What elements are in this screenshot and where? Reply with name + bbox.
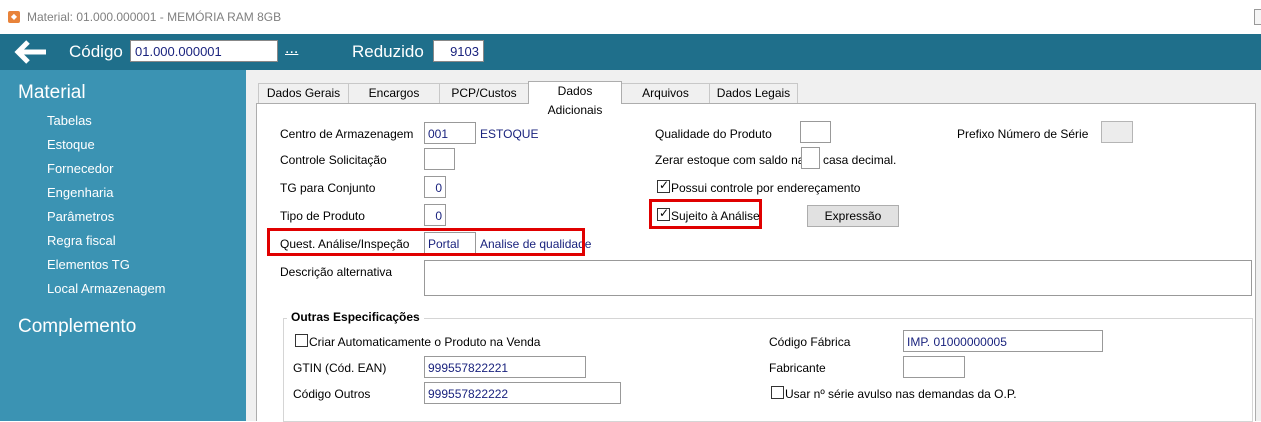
tab-arquivos[interactable]: Arquivos [621,83,710,103]
sidebar: Material Tabelas Estoque Fornecedor Enge… [0,70,246,421]
tab-dados-gerais[interactable]: Dados Gerais [258,83,349,103]
reduzido-label: Reduzido [352,42,424,61]
reduzido-input[interactable]: 9103 [433,40,484,62]
usar-checkbox[interactable] [771,386,784,399]
zerar-suffix: casa decimal. [823,153,897,167]
window-titlebar: ◆ Material: 01.000.000001 - MEMÓRIA RAM … [0,0,1261,34]
tg-input[interactable]: 0 [424,176,446,198]
controle-input[interactable] [424,148,455,170]
criar-checkbox[interactable] [295,334,308,347]
tg-label: TG para Conjunto [280,181,376,195]
centro-description: ESTOQUE [480,127,539,141]
centro-label: Centro de Armazenagem [280,127,414,141]
highlight-quest [267,228,585,256]
tab-panel: Centro de Armazenagem 001 ESTOQUE Contro… [256,103,1256,422]
tipo-input[interactable]: 0 [424,204,446,226]
gtin-label: GTIN (Cód. EAN) [293,361,387,375]
window-title: Material: 01.000.000001 - MEMÓRIA RAM 8G… [27,10,282,24]
zerar-label: Zerar estoque com saldo na [655,153,805,167]
window-control-button[interactable] [1254,9,1261,25]
sidebar-item-local-armazenagem[interactable]: Local Armazenagem [47,281,166,296]
codigo-lookup-button[interactable]: ... [285,40,298,58]
codigo-input[interactable]: 01.000.000001 [130,40,278,62]
tab-pcp-custos[interactable]: PCP/Custos [439,83,529,103]
centro-input[interactable]: 001 [424,122,476,144]
zerar-input[interactable] [801,147,820,169]
tab-encargos[interactable]: Encargos [348,83,440,103]
highlight-sujeito [649,199,762,229]
tab-dados-legais[interactable]: Dados Legais [709,83,798,103]
prefixo-label: Prefixo Número de Série [957,127,1089,141]
codigo-label: Código [69,42,123,61]
possui-label: Possui controle por endereçamento [671,181,861,195]
sidebar-section-material[interactable]: Material [18,82,86,104]
possui-checkbox[interactable]: ✓ [657,178,670,193]
sidebar-item-fornecedor[interactable]: Fornecedor [47,161,113,176]
outras-title: Outras Especificações [287,310,424,324]
check-icon: ✓ [659,178,670,192]
controle-label: Controle Solicitação [280,153,387,167]
back-arrow-icon[interactable] [14,39,48,65]
tipo-label: Tipo de Produto [280,209,365,223]
outros-label: Código Outros [293,387,371,401]
fabricante-label: Fabricante [769,361,826,375]
tab-dados-adicionais[interactable]: Dados Adicionais [528,81,622,117]
expressao-button[interactable]: Expressão [807,205,899,227]
sidebar-item-regra-fiscal[interactable]: Regra fiscal [47,233,116,248]
fabrica-input[interactable]: IMP. 01000000005 [903,330,1103,352]
fabricante-input[interactable] [903,356,965,378]
criar-label: Criar Automaticamente o Produto na Venda [309,335,541,349]
descricao-textarea[interactable] [424,260,1252,296]
sidebar-item-parametros[interactable]: Parâmetros [47,209,114,224]
main-content: Dados Gerais Encargos PCP/Custos Dados A… [246,70,1261,422]
fabrica-label: Código Fábrica [769,335,851,349]
sidebar-item-elementos-tg[interactable]: Elementos TG [47,257,130,272]
sidebar-item-estoque[interactable]: Estoque [47,137,95,152]
usar-label: Usar nº série avulso nas demandas da O.P… [785,387,1017,401]
descricao-label: Descrição alternativa [280,265,393,279]
qualidade-label: Qualidade do Produto [655,127,772,141]
qualidade-input[interactable] [800,121,831,143]
gtin-input[interactable]: 999557822221 [424,356,586,378]
header-bar: Código 01.000.000001 ... Reduzido 9103 [0,34,1261,70]
sidebar-item-tabelas[interactable]: Tabelas [47,113,92,128]
sidebar-section-complemento[interactable]: Complemento [18,316,136,338]
app-icon: ◆ [8,11,20,23]
outros-input[interactable]: 999557822222 [424,382,621,404]
sidebar-item-engenharia[interactable]: Engenharia [47,185,114,200]
prefixo-input[interactable] [1101,121,1133,143]
